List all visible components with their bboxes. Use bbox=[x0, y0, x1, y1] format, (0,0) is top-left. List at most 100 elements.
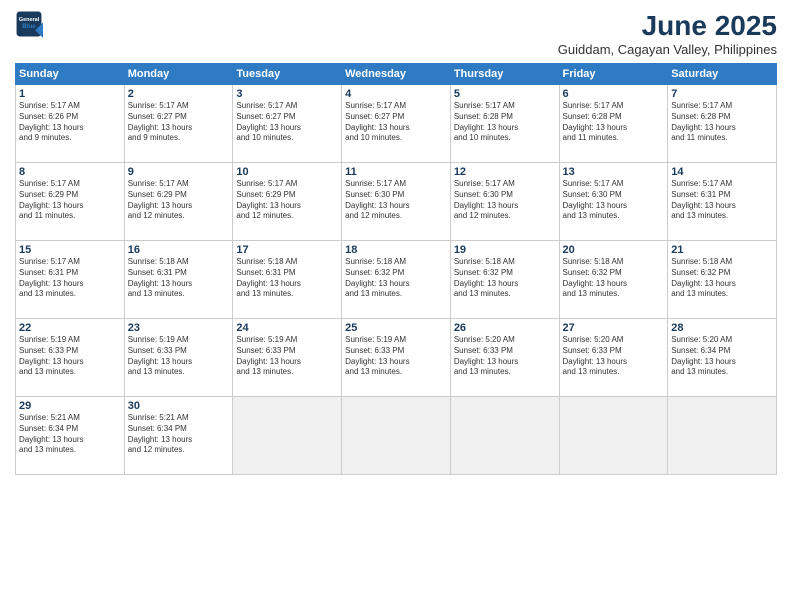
day-number: 5 bbox=[454, 88, 556, 100]
day-cell-10: 10Sunrise: 5:17 AM Sunset: 6:29 PM Dayli… bbox=[233, 163, 342, 241]
day-number: 12 bbox=[454, 166, 556, 178]
day-number: 14 bbox=[671, 166, 773, 178]
cell-info: Sunrise: 5:17 AM Sunset: 6:30 PM Dayligh… bbox=[345, 179, 447, 222]
day-number: 15 bbox=[19, 244, 121, 256]
day-number: 22 bbox=[19, 322, 121, 334]
day-number: 1 bbox=[19, 88, 121, 100]
day-cell-25: 25Sunrise: 5:19 AM Sunset: 6:33 PM Dayli… bbox=[342, 319, 451, 397]
calendar-table: SundayMondayTuesdayWednesdayThursdayFrid… bbox=[15, 63, 777, 475]
weekday-header-thursday: Thursday bbox=[450, 64, 559, 85]
cell-info: Sunrise: 5:18 AM Sunset: 6:32 PM Dayligh… bbox=[671, 257, 773, 300]
day-cell-1: 1Sunrise: 5:17 AM Sunset: 6:26 PM Daylig… bbox=[16, 85, 125, 163]
logo: General Blue bbox=[15, 10, 43, 38]
day-number: 24 bbox=[236, 322, 338, 334]
cell-info: Sunrise: 5:17 AM Sunset: 6:26 PM Dayligh… bbox=[19, 101, 121, 144]
day-cell-28: 28Sunrise: 5:20 AM Sunset: 6:34 PM Dayli… bbox=[668, 319, 777, 397]
day-cell-19: 19Sunrise: 5:18 AM Sunset: 6:32 PM Dayli… bbox=[450, 241, 559, 319]
cell-info: Sunrise: 5:21 AM Sunset: 6:34 PM Dayligh… bbox=[128, 413, 230, 456]
cell-info: Sunrise: 5:17 AM Sunset: 6:27 PM Dayligh… bbox=[345, 101, 447, 144]
weekday-header-tuesday: Tuesday bbox=[233, 64, 342, 85]
logo-icon: General Blue bbox=[15, 10, 43, 38]
day-cell-12: 12Sunrise: 5:17 AM Sunset: 6:30 PM Dayli… bbox=[450, 163, 559, 241]
weekday-header-sunday: Sunday bbox=[16, 64, 125, 85]
weekday-header-monday: Monday bbox=[124, 64, 233, 85]
day-cell-7: 7Sunrise: 5:17 AM Sunset: 6:28 PM Daylig… bbox=[668, 85, 777, 163]
cell-info: Sunrise: 5:18 AM Sunset: 6:32 PM Dayligh… bbox=[454, 257, 556, 300]
day-number: 10 bbox=[236, 166, 338, 178]
empty-cell bbox=[342, 397, 451, 475]
cell-info: Sunrise: 5:18 AM Sunset: 6:31 PM Dayligh… bbox=[236, 257, 338, 300]
weekday-header-saturday: Saturday bbox=[668, 64, 777, 85]
day-number: 20 bbox=[563, 244, 665, 256]
cell-info: Sunrise: 5:17 AM Sunset: 6:31 PM Dayligh… bbox=[19, 257, 121, 300]
week-row-4: 22Sunrise: 5:19 AM Sunset: 6:33 PM Dayli… bbox=[16, 319, 777, 397]
day-number: 30 bbox=[128, 400, 230, 412]
day-number: 29 bbox=[19, 400, 121, 412]
empty-cell bbox=[450, 397, 559, 475]
day-cell-11: 11Sunrise: 5:17 AM Sunset: 6:30 PM Dayli… bbox=[342, 163, 451, 241]
empty-cell bbox=[668, 397, 777, 475]
day-cell-18: 18Sunrise: 5:18 AM Sunset: 6:32 PM Dayli… bbox=[342, 241, 451, 319]
cell-info: Sunrise: 5:17 AM Sunset: 6:27 PM Dayligh… bbox=[128, 101, 230, 144]
week-row-1: 1Sunrise: 5:17 AM Sunset: 6:26 PM Daylig… bbox=[16, 85, 777, 163]
day-number: 19 bbox=[454, 244, 556, 256]
cell-info: Sunrise: 5:21 AM Sunset: 6:34 PM Dayligh… bbox=[19, 413, 121, 456]
day-number: 8 bbox=[19, 166, 121, 178]
month-title: June 2025 bbox=[558, 10, 777, 42]
cell-info: Sunrise: 5:17 AM Sunset: 6:29 PM Dayligh… bbox=[19, 179, 121, 222]
week-row-3: 15Sunrise: 5:17 AM Sunset: 6:31 PM Dayli… bbox=[16, 241, 777, 319]
cell-info: Sunrise: 5:17 AM Sunset: 6:31 PM Dayligh… bbox=[671, 179, 773, 222]
cell-info: Sunrise: 5:17 AM Sunset: 6:28 PM Dayligh… bbox=[563, 101, 665, 144]
empty-cell bbox=[233, 397, 342, 475]
weekday-header-wednesday: Wednesday bbox=[342, 64, 451, 85]
day-cell-23: 23Sunrise: 5:19 AM Sunset: 6:33 PM Dayli… bbox=[124, 319, 233, 397]
calendar-body: 1Sunrise: 5:17 AM Sunset: 6:26 PM Daylig… bbox=[16, 85, 777, 475]
day-cell-13: 13Sunrise: 5:17 AM Sunset: 6:30 PM Dayli… bbox=[559, 163, 668, 241]
weekday-header-row: SundayMondayTuesdayWednesdayThursdayFrid… bbox=[16, 64, 777, 85]
day-cell-4: 4Sunrise: 5:17 AM Sunset: 6:27 PM Daylig… bbox=[342, 85, 451, 163]
cell-info: Sunrise: 5:17 AM Sunset: 6:28 PM Dayligh… bbox=[454, 101, 556, 144]
day-cell-6: 6Sunrise: 5:17 AM Sunset: 6:28 PM Daylig… bbox=[559, 85, 668, 163]
day-number: 21 bbox=[671, 244, 773, 256]
cell-info: Sunrise: 5:19 AM Sunset: 6:33 PM Dayligh… bbox=[128, 335, 230, 378]
day-cell-24: 24Sunrise: 5:19 AM Sunset: 6:33 PM Dayli… bbox=[233, 319, 342, 397]
day-cell-27: 27Sunrise: 5:20 AM Sunset: 6:33 PM Dayli… bbox=[559, 319, 668, 397]
day-number: 4 bbox=[345, 88, 447, 100]
cell-info: Sunrise: 5:20 AM Sunset: 6:33 PM Dayligh… bbox=[454, 335, 556, 378]
day-number: 16 bbox=[128, 244, 230, 256]
day-cell-30: 30Sunrise: 5:21 AM Sunset: 6:34 PM Dayli… bbox=[124, 397, 233, 475]
cell-info: Sunrise: 5:20 AM Sunset: 6:33 PM Dayligh… bbox=[563, 335, 665, 378]
day-number: 11 bbox=[345, 166, 447, 178]
week-row-5: 29Sunrise: 5:21 AM Sunset: 6:34 PM Dayli… bbox=[16, 397, 777, 475]
svg-text:Blue: Blue bbox=[22, 23, 36, 30]
day-number: 18 bbox=[345, 244, 447, 256]
day-number: 6 bbox=[563, 88, 665, 100]
day-cell-21: 21Sunrise: 5:18 AM Sunset: 6:32 PM Dayli… bbox=[668, 241, 777, 319]
day-cell-8: 8Sunrise: 5:17 AM Sunset: 6:29 PM Daylig… bbox=[16, 163, 125, 241]
cell-info: Sunrise: 5:19 AM Sunset: 6:33 PM Dayligh… bbox=[19, 335, 121, 378]
day-number: 3 bbox=[236, 88, 338, 100]
day-cell-2: 2Sunrise: 5:17 AM Sunset: 6:27 PM Daylig… bbox=[124, 85, 233, 163]
day-cell-17: 17Sunrise: 5:18 AM Sunset: 6:31 PM Dayli… bbox=[233, 241, 342, 319]
day-cell-9: 9Sunrise: 5:17 AM Sunset: 6:29 PM Daylig… bbox=[124, 163, 233, 241]
cell-info: Sunrise: 5:18 AM Sunset: 6:32 PM Dayligh… bbox=[563, 257, 665, 300]
day-cell-16: 16Sunrise: 5:18 AM Sunset: 6:31 PM Dayli… bbox=[124, 241, 233, 319]
day-cell-15: 15Sunrise: 5:17 AM Sunset: 6:31 PM Dayli… bbox=[16, 241, 125, 319]
day-cell-22: 22Sunrise: 5:19 AM Sunset: 6:33 PM Dayli… bbox=[16, 319, 125, 397]
cell-info: Sunrise: 5:18 AM Sunset: 6:31 PM Dayligh… bbox=[128, 257, 230, 300]
day-number: 23 bbox=[128, 322, 230, 334]
empty-cell bbox=[559, 397, 668, 475]
day-number: 26 bbox=[454, 322, 556, 334]
cell-info: Sunrise: 5:17 AM Sunset: 6:27 PM Dayligh… bbox=[236, 101, 338, 144]
day-cell-3: 3Sunrise: 5:17 AM Sunset: 6:27 PM Daylig… bbox=[233, 85, 342, 163]
title-area: June 2025 Guiddam, Cagayan Valley, Phili… bbox=[558, 10, 777, 57]
day-cell-26: 26Sunrise: 5:20 AM Sunset: 6:33 PM Dayli… bbox=[450, 319, 559, 397]
weekday-header-friday: Friday bbox=[559, 64, 668, 85]
cell-info: Sunrise: 5:17 AM Sunset: 6:29 PM Dayligh… bbox=[236, 179, 338, 222]
subtitle: Guiddam, Cagayan Valley, Philippines bbox=[558, 42, 777, 57]
day-number: 9 bbox=[128, 166, 230, 178]
day-number: 28 bbox=[671, 322, 773, 334]
day-cell-5: 5Sunrise: 5:17 AM Sunset: 6:28 PM Daylig… bbox=[450, 85, 559, 163]
header: General Blue June 2025 Guiddam, Cagayan … bbox=[15, 10, 777, 57]
cell-info: Sunrise: 5:17 AM Sunset: 6:30 PM Dayligh… bbox=[563, 179, 665, 222]
